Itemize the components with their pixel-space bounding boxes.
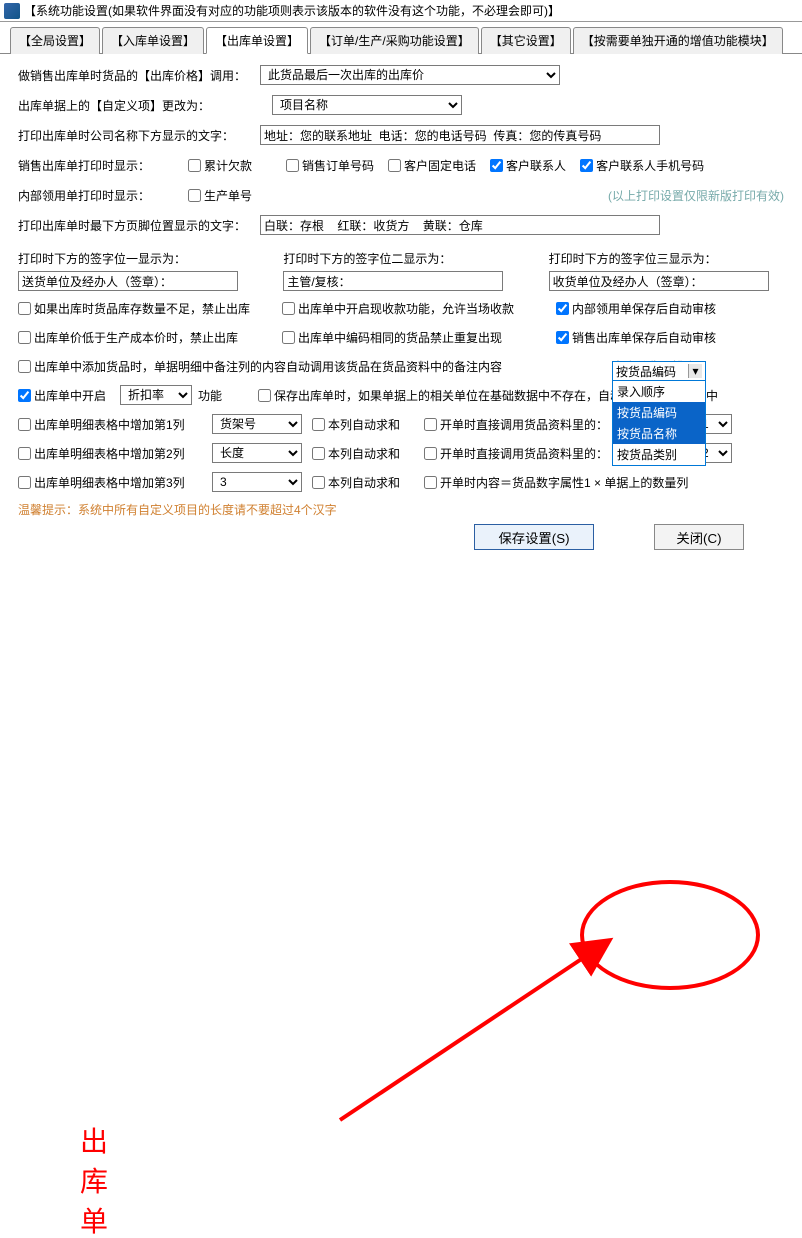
header-text-input[interactable] (260, 125, 660, 145)
tab-addon[interactable]: 【按需要单独开通的增值功能模块】 (573, 27, 783, 54)
sort-dropdown-selected[interactable]: 按货品编码 ▾ (612, 361, 706, 381)
annotation-arrow (300, 920, 660, 1140)
cb-col3-formula[interactable]: 开单时内容＝货品数字属性1 × 单据上的数量列 (424, 474, 688, 491)
tab-content: 做销售出库单时货品的【出库价格】调用： 此货品最后一次出库的出库价 出库单据上的… (0, 54, 802, 560)
cb-col1-sum[interactable]: 本列自动求和 (312, 416, 400, 433)
sig3-input[interactable] (549, 271, 769, 291)
header-text-label: 打印出库单时公司名称下方显示的文字： (18, 127, 234, 144)
cb-extra-col2[interactable]: 出库单明细表格中增加第2列 (18, 445, 198, 462)
cb-cumulative-debt[interactable]: 累计欠款 (188, 157, 252, 174)
tab-other[interactable]: 【其它设置】 (481, 27, 571, 54)
cb-cash-collect[interactable]: 出库单中开启现收款功能，允许当场收款 (282, 300, 542, 317)
cb-col3-sum[interactable]: 本列自动求和 (312, 474, 400, 491)
cb-customer-phone[interactable]: 客户固定电话 (388, 157, 476, 174)
price-source-select[interactable]: 此货品最后一次出库的出库价 (260, 65, 560, 85)
cb-prod-no[interactable]: 生产单号 (188, 187, 252, 204)
annotation-ellipse (580, 880, 760, 990)
chevron-down-icon: ▾ (688, 364, 702, 378)
cb-extra-col3[interactable]: 出库单明细表格中增加第3列 (18, 474, 198, 491)
discount-type-select[interactable]: 折扣率 (120, 385, 192, 405)
footer-text-label: 打印出库单时最下方页脚位置显示的文字： (18, 217, 246, 234)
sig1-input[interactable] (18, 271, 238, 291)
sig2-label: 打印时下方的签字位二显示为： (283, 250, 518, 267)
close-button[interactable]: 关闭(C) (654, 524, 744, 550)
app-icon (4, 3, 20, 19)
sort-opt-code[interactable]: 按货品编码 (613, 402, 705, 423)
tab-outbound[interactable]: 【出库单设置】 (206, 27, 308, 54)
col2-select[interactable]: 长度 (212, 443, 302, 463)
cb-enable-discount[interactable]: 出库单中开启 (18, 387, 106, 404)
cb-contact-mobile[interactable]: 客户联系人手机号码 (580, 157, 704, 174)
window-title: 【系统功能设置(如果软件界面没有对应的功能项则表示该版本的软件没有这个功能，不必… (24, 2, 560, 19)
tab-order[interactable]: 【订单/生产/采购功能设置】 (310, 27, 479, 54)
cb-sales-auto-audit[interactable]: 销售出库单保存后自动审核 (556, 329, 716, 346)
cb-col1-source[interactable]: 开单时直接调用货品资料里的： (424, 416, 608, 433)
cb-internal-auto-audit[interactable]: 内部领用单保存后自动审核 (556, 300, 716, 317)
cb-col2-source[interactable]: 开单时直接调用货品资料里的： (424, 445, 608, 462)
cb-col2-sum[interactable]: 本列自动求和 (312, 445, 400, 462)
cb-no-stock-block[interactable]: 如果出库时货品库存数量不足，禁止出库 (18, 300, 268, 317)
sales-print-label: 销售出库单打印时显示： (18, 157, 188, 174)
sort-opt-name[interactable]: 按货品名称 (613, 423, 705, 444)
window-titlebar: 【系统功能设置(如果软件界面没有对应的功能项则表示该版本的软件没有这个功能，不必… (0, 0, 802, 22)
annotation-text: 出库单详细信息中的货品的显示顺序设置 (80, 1120, 109, 1238)
price-source-label: 做销售出库单时货品的【出库价格】调用： (18, 67, 246, 84)
custom-field-label: 出库单据上的【自定义项】更改为： (18, 97, 210, 114)
col1-select[interactable]: 货架号 (212, 414, 302, 434)
cb-no-dup-code[interactable]: 出库单中编码相同的货品禁止重复出现 (282, 329, 542, 346)
footer-text-input[interactable] (260, 215, 660, 235)
col3-select[interactable]: 3 (212, 472, 302, 492)
tab-inbound[interactable]: 【入库单设置】 (102, 27, 204, 54)
tab-strip: 【全局设置】 【入库单设置】 【出库单设置】 【订单/生产/采购功能设置】 【其… (0, 22, 802, 54)
print-hint: (以上打印设置仅限新版打印有效) (608, 187, 784, 204)
sort-dropdown-list: 录入顺序 按货品编码 按货品名称 按货品类别 (612, 381, 706, 466)
sig3-label: 打印时下方的签字位三显示为： (549, 250, 784, 267)
cb-extra-col1[interactable]: 出库单明细表格中增加第1列 (18, 416, 198, 433)
discount-suffix: 功能 (198, 387, 222, 404)
cb-customer-contact[interactable]: 客户联系人 (490, 157, 566, 174)
tab-global[interactable]: 【全局设置】 (10, 27, 100, 54)
sort-dropdown[interactable]: 按货品编码 ▾ 录入顺序 按货品编码 按货品名称 按货品类别 (612, 361, 706, 466)
sort-opt-input-order[interactable]: 录入顺序 (613, 381, 705, 402)
custom-field-select[interactable]: 项目名称 (272, 95, 462, 115)
warm-tip: 温馨提示：系统中所有自定义项目的长度请不要超过4个汉字 (18, 501, 784, 518)
save-button[interactable]: 保存设置(S) (474, 524, 594, 550)
sig2-input[interactable] (283, 271, 503, 291)
internal-print-label: 内部领用单打印时显示： (18, 187, 188, 204)
cb-below-cost-block[interactable]: 出库单价低于生产成本价时，禁止出库 (18, 329, 268, 346)
sort-opt-category[interactable]: 按货品类别 (613, 444, 705, 465)
cb-order-no[interactable]: 销售订单号码 (286, 157, 374, 174)
cb-auto-remark[interactable]: 出库单中添加货品时，单据明细中备注列的内容自动调用该货品在货品资料中的备注内容 (18, 358, 518, 375)
sig1-label: 打印时下方的签字位一显示为： (18, 250, 253, 267)
